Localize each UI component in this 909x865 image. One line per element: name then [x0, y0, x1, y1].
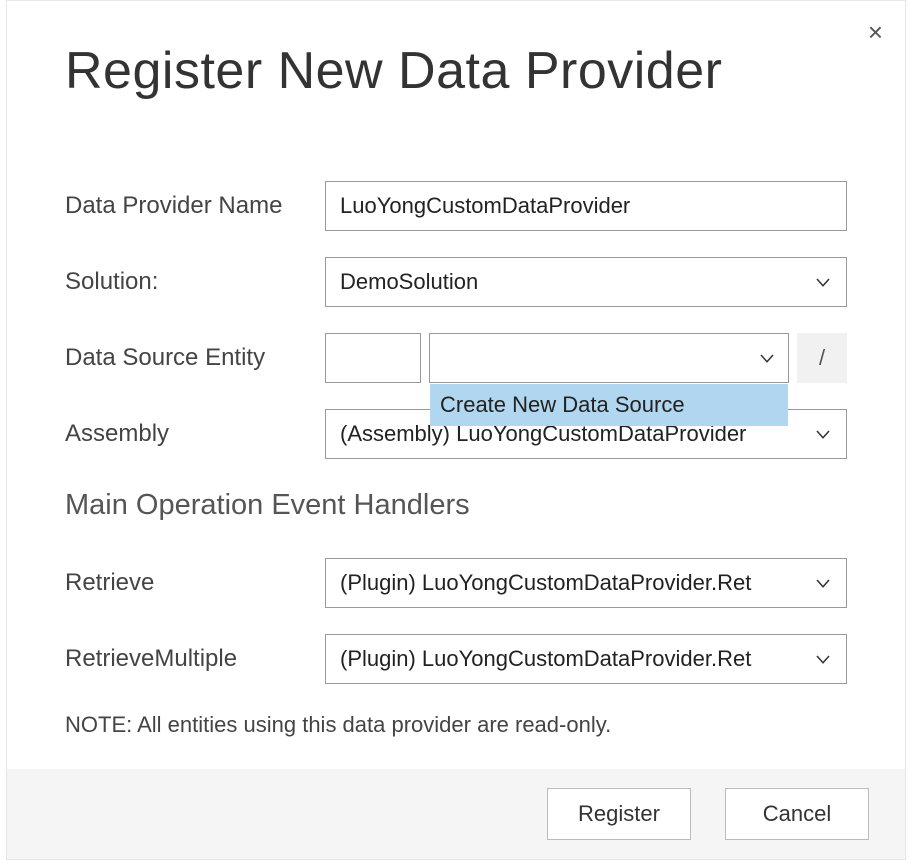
- chevron-down-icon: [814, 574, 832, 592]
- retrieve-multiple-select[interactable]: (Plugin) LuoYongCustomDataProvider.Ret: [325, 634, 847, 684]
- chevron-down-icon: [814, 425, 832, 443]
- control-data-source: Create New Data Source /: [325, 333, 847, 383]
- dialog-body: Register New Data Provider Data Provider…: [7, 1, 905, 738]
- row-retrieve-multiple: RetrieveMultiple (Plugin) LuoYongCustomD…: [65, 634, 847, 684]
- chevron-down-icon: [814, 273, 832, 291]
- row-solution: Solution: DemoSolution: [65, 257, 847, 307]
- readonly-note: NOTE: All entities using this data provi…: [65, 712, 847, 738]
- solution-select[interactable]: DemoSolution: [325, 257, 847, 307]
- chevron-down-icon: [758, 349, 776, 367]
- data-source-prefix-input[interactable]: [325, 333, 421, 383]
- row-provider-name: Data Provider Name: [65, 181, 847, 231]
- event-handlers-heading: Main Operation Event Handlers: [65, 489, 847, 522]
- label-assembly: Assembly: [65, 420, 325, 448]
- slash-button[interactable]: /: [797, 333, 847, 383]
- provider-name-input[interactable]: [325, 181, 847, 231]
- row-retrieve: Retrieve (Plugin) LuoYongCustomDataProvi…: [65, 558, 847, 608]
- retrieve-multiple-value: (Plugin) LuoYongCustomDataProvider.Ret: [340, 646, 814, 672]
- close-icon: ×: [868, 17, 883, 47]
- solution-value: DemoSolution: [340, 269, 814, 295]
- create-new-data-source-option[interactable]: Create New Data Source: [430, 384, 788, 426]
- label-data-source: Data Source Entity: [65, 344, 325, 372]
- control-retrieve: (Plugin) LuoYongCustomDataProvider.Ret: [325, 558, 847, 608]
- retrieve-select[interactable]: (Plugin) LuoYongCustomDataProvider.Ret: [325, 558, 847, 608]
- label-retrieve-multiple: RetrieveMultiple: [65, 645, 325, 673]
- dialog-title: Register New Data Provider: [65, 41, 847, 101]
- label-retrieve: Retrieve: [65, 569, 325, 597]
- dialog-footer: Register Cancel: [7, 769, 905, 859]
- control-solution: DemoSolution: [325, 257, 847, 307]
- control-retrieve-multiple: (Plugin) LuoYongCustomDataProvider.Ret: [325, 634, 847, 684]
- chevron-down-icon: [814, 650, 832, 668]
- close-button[interactable]: ×: [868, 19, 883, 45]
- label-provider-name: Data Provider Name: [65, 192, 325, 220]
- data-source-select[interactable]: Create New Data Source: [429, 333, 789, 383]
- register-data-provider-dialog: × Register New Data Provider Data Provid…: [6, 0, 906, 860]
- row-data-source: Data Source Entity Create New Data Sourc…: [65, 333, 847, 383]
- control-provider-name: [325, 181, 847, 231]
- retrieve-value: (Plugin) LuoYongCustomDataProvider.Ret: [340, 570, 814, 596]
- cancel-button[interactable]: Cancel: [725, 788, 869, 840]
- register-button[interactable]: Register: [547, 788, 691, 840]
- label-solution: Solution:: [65, 268, 325, 296]
